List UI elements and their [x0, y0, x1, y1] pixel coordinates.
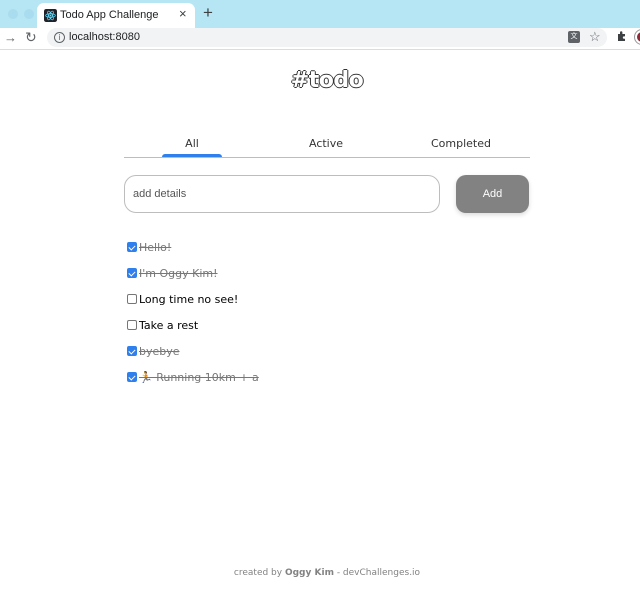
footer-author[interactable]: Oggy Kim — [285, 568, 334, 578]
tab-completed[interactable]: Completed — [416, 137, 506, 150]
todo-item[interactable]: Long time no see! — [126, 286, 530, 312]
browser-tab[interactable]: Todo App Challenge × — [37, 3, 195, 28]
todo-checkbox[interactable] — [127, 242, 137, 252]
footer-prefix: created by — [233, 568, 283, 578]
translate-icon[interactable]: 文 — [568, 31, 580, 43]
reload-icon[interactable]: ↻ — [25, 29, 37, 46]
todo-checkbox[interactable] — [127, 346, 137, 356]
address-bar[interactable]: i localhost:8080 文 ☆ — [47, 28, 607, 47]
todo-text: byebye — [139, 344, 180, 358]
todo-item[interactable]: Hello! — [126, 234, 530, 260]
arrow-left-icon[interactable]: → — [4, 30, 17, 45]
filter-tabs: All Active Completed — [124, 130, 530, 158]
tab-indicator — [162, 154, 222, 157]
footer: created by Oggy Kim - devChallenges.io — [0, 568, 640, 578]
todo-item[interactable]: I'm Oggy Kim! — [126, 260, 530, 286]
new-tab-icon[interactable]: + — [203, 4, 213, 22]
todo-item[interactable]: byebye — [126, 338, 530, 364]
add-button[interactable]: Add — [456, 175, 529, 213]
todo-checkbox[interactable] — [127, 372, 137, 382]
todo-text: Take a rest — [139, 318, 199, 332]
star-icon[interactable]: ☆ — [589, 29, 601, 45]
footer-suffix: - devChallenges.io — [336, 568, 421, 578]
browser-tab-title: Todo App Challenge — [60, 9, 159, 21]
todo-text: Hello! — [139, 240, 172, 254]
todo-text: 🏃 Running 10km + a — [139, 370, 259, 384]
browser-toolbar: → ↻ i localhost:8080 文 ☆ — [0, 28, 640, 50]
todo-list: Hello! I'm Oggy Kim! Long time no see! Take… — [126, 234, 530, 390]
todo-item[interactable]: Take a rest — [126, 312, 530, 338]
tab-active[interactable]: Active — [296, 137, 356, 150]
info-icon[interactable]: i — [54, 32, 65, 43]
window-close-dot[interactable] — [8, 9, 18, 19]
url-text[interactable]: localhost:8080 — [69, 31, 140, 43]
todo-text: I'm Oggy Kim! — [139, 266, 218, 280]
todo-checkbox[interactable] — [127, 320, 137, 330]
tab-all[interactable]: All — [162, 137, 222, 150]
browser-tab-bar: Todo App Challenge × + — [0, 0, 640, 28]
todo-checkbox[interactable] — [127, 294, 137, 304]
add-details-input[interactable] — [124, 175, 440, 213]
window-minimize-dot[interactable] — [24, 9, 34, 19]
puzzle-icon[interactable] — [616, 30, 628, 42]
todo-text: Long time no see! — [139, 292, 239, 306]
close-tab-icon[interactable]: × — [179, 6, 187, 22]
page-title: #todo — [290, 68, 364, 93]
react-logo-icon — [44, 9, 57, 22]
todo-item[interactable]: 🏃 Running 10km + a — [126, 364, 530, 390]
todo-checkbox[interactable] — [127, 268, 137, 278]
